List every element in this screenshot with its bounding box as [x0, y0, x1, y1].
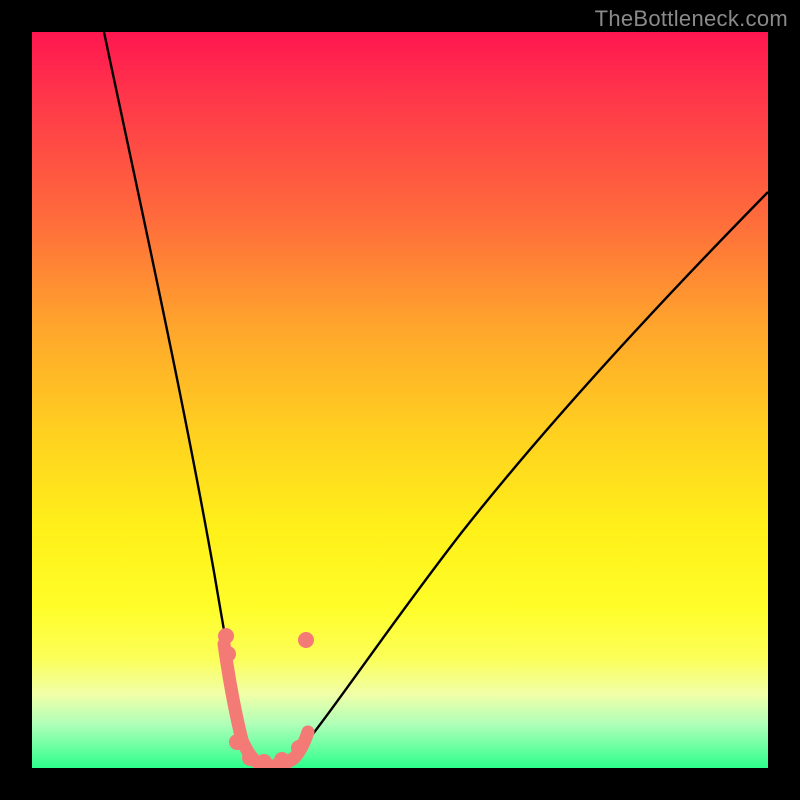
outer-frame: TheBottleneck.com	[0, 0, 800, 800]
curve-right	[252, 192, 768, 767]
watermark-text: TheBottleneck.com	[595, 6, 788, 32]
plot-area	[32, 32, 768, 768]
curve-layer	[32, 32, 768, 768]
